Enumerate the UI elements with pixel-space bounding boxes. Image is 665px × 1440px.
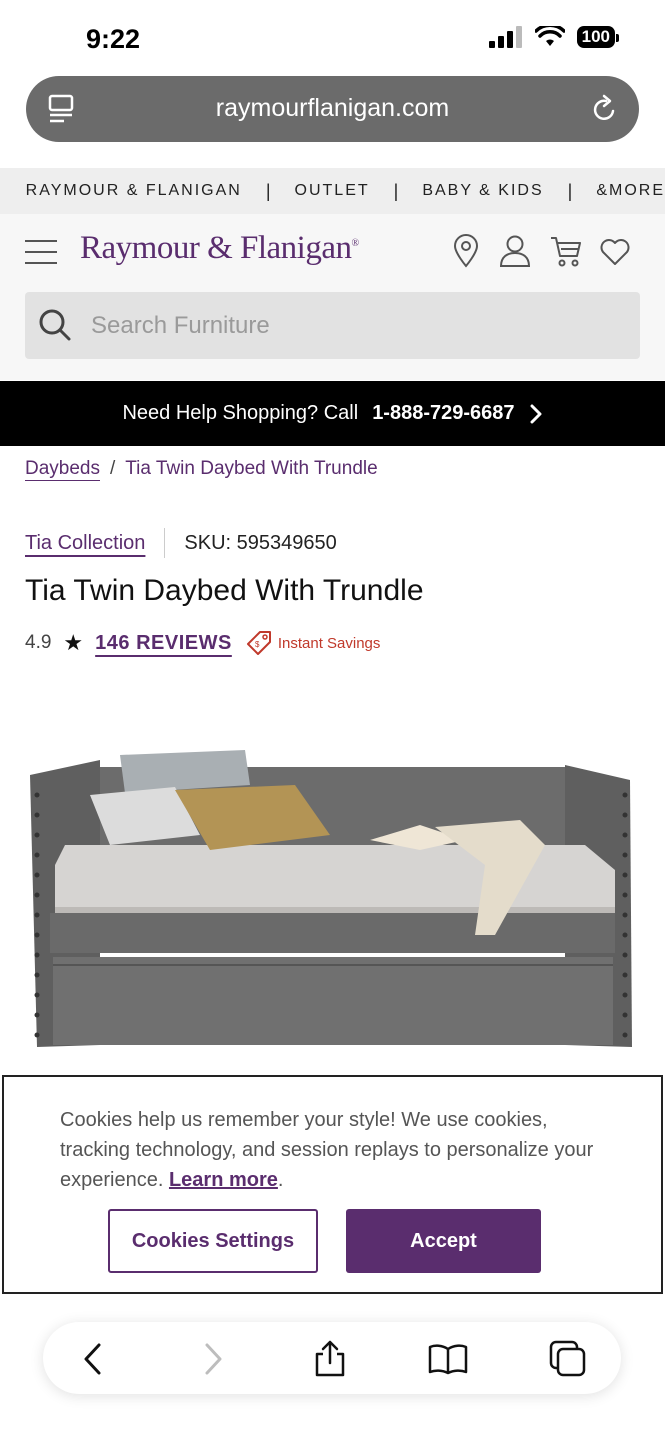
product-title: Tia Twin Daybed With Trundle [25,574,424,607]
back-icon [84,1343,101,1375]
product-image[interactable] [25,735,640,1060]
svg-text:$: $ [255,640,260,649]
top-nav-separator: | [567,180,573,201]
top-nav: RAYMOUR & FLANIGAN | OUTLET | BABY & KID… [0,168,665,214]
cookie-banner: Cookies help us remember your style! We … [2,1075,663,1294]
breadcrumb-separator: / [110,458,116,479]
rating-value: 4.9 [25,632,52,653]
cookie-text: Cookies help us remember your style! We … [60,1109,594,1191]
account-icon[interactable] [498,234,532,268]
site-logo[interactable]: Raymour & Flanigan® [80,230,359,267]
search-bar[interactable] [25,292,640,359]
bookmarks-icon [428,1344,468,1375]
signal-icon [488,26,522,48]
browser-toolbar [43,1322,621,1394]
learn-more-link[interactable]: Learn more [169,1169,278,1191]
chevron-right-icon [530,404,542,423]
status-bar: 9:22 100 [0,0,665,72]
tabs-button[interactable] [548,1339,588,1379]
top-nav-more[interactable]: &MORE [596,182,665,200]
wifi-icon [534,26,565,46]
top-nav-separator: | [265,180,271,201]
help-banner[interactable]: Need Help Shopping? Call 1-888-729-6687 [0,381,665,446]
url-text[interactable]: raymourflanigan.com [26,94,639,123]
tabs-icon [549,1340,586,1377]
rating-row: 4.9 ★ 146 REVIEWS $ Instant Savings [25,630,380,656]
instant-savings-text: Instant Savings [277,634,381,652]
cookies-settings-button[interactable]: Cookies Settings [108,1209,318,1273]
search-icon[interactable] [38,308,72,342]
site-header: Raymour & Flanigan® [0,214,665,380]
collection-link[interactable]: Tia Collection [25,532,145,555]
forward-button[interactable] [193,1339,233,1379]
url-bar[interactable]: raymourflanigan.com [26,76,639,142]
status-icons: 100 [488,26,620,48]
top-nav-raymour-flanigan[interactable]: RAYMOUR & FLANIGAN [26,182,242,200]
breadcrumb-current: Tia Twin Daybed With Trundle [125,458,378,479]
battery-indicator: 100 [576,26,620,48]
top-nav-separator: | [393,180,399,201]
forward-icon [205,1343,222,1375]
menu-icon[interactable] [25,240,57,266]
instant-savings-badge: $ Instant Savings [246,630,381,656]
share-icon [315,1340,345,1377]
price-tag-icon: $ [246,631,271,655]
bookmarks-button[interactable] [428,1339,468,1379]
heart-icon[interactable] [600,238,630,266]
help-text: Need Help Shopping? Call [122,402,359,424]
accept-button[interactable]: Accept [346,1209,541,1273]
search-input[interactable] [91,292,611,359]
share-button[interactable] [310,1339,350,1379]
divider [164,528,166,558]
breadcrumb-daybeds[interactable]: Daybeds [25,458,100,480]
cart-icon[interactable] [550,234,582,268]
breadcrumb: Daybeds / Tia Twin Daybed With Trundle [25,458,378,480]
reload-icon[interactable] [591,94,619,124]
help-phone-link[interactable]: 1-888-729-6687 [372,402,514,425]
status-time: 9:22 [86,24,141,54]
star-icon: ★ [63,630,84,655]
collection-row: Tia Collection SKU: 595349650 [25,528,337,558]
location-pin-icon[interactable] [453,234,479,268]
sku-label: SKU: 595349650 [184,531,337,554]
top-nav-outlet[interactable]: OUTLET [295,182,370,200]
reviews-link[interactable]: 146 REVIEWS [95,632,232,655]
top-nav-baby-kids[interactable]: BABY & KIDS [422,182,543,200]
back-button[interactable] [73,1339,113,1379]
